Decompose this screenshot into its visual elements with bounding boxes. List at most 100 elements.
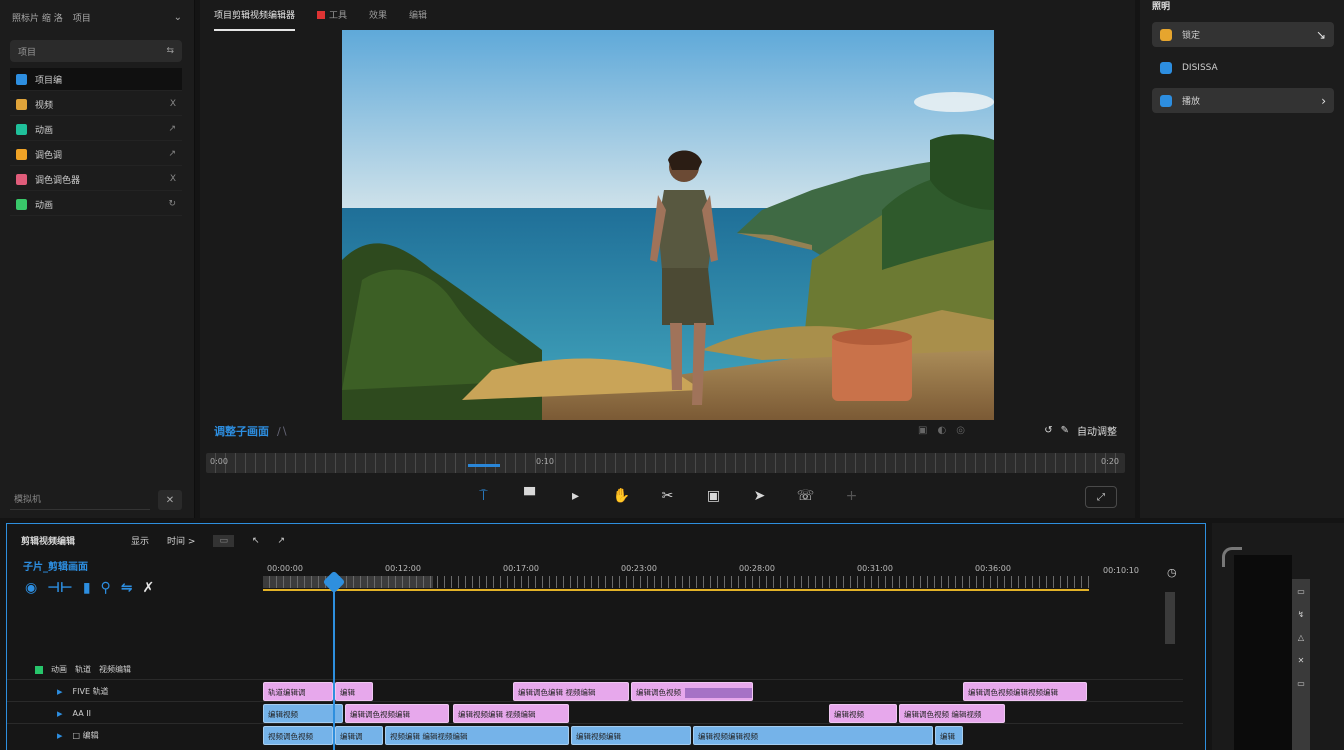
timeline-clip[interactable]: 编辑调色视频 <box>631 682 753 701</box>
audio-tool-icon[interactable]: ☏ <box>794 484 818 508</box>
media-item[interactable]: 视频 X <box>10 93 182 116</box>
record-icon <box>317 11 326 19</box>
timeline-clip[interactable]: 编辑 <box>335 682 373 701</box>
media-item[interactable]: 调色调 ↗ <box>10 143 182 166</box>
meter-control-icon[interactable]: ↯ <box>1298 610 1305 619</box>
preview-view-icons: ▣ ◐ ◎ <box>918 425 965 436</box>
clip-icon[interactable]: ▮ <box>83 580 91 596</box>
meter-control-icon[interactable]: ✕ <box>1298 656 1305 665</box>
timeline-clip[interactable]: 编辑调色视频编辑 <box>345 704 449 723</box>
clip-label: 轨道编辑调 <box>268 688 306 697</box>
video-preview[interactable] <box>342 30 994 420</box>
timeline-clip[interactable]: 编辑视频编辑 <box>571 726 691 745</box>
clip-label: 编辑视频编辑 <box>576 732 621 741</box>
tab-editor[interactable]: 项目剪辑视频编辑器 <box>214 8 296 31</box>
undo-icon[interactable]: ↖ <box>252 536 260 546</box>
timeline-vertical-scrollbar[interactable] <box>1165 592 1175 644</box>
inspector-item-arrow[interactable]: ↘ <box>1316 28 1326 42</box>
media-item-label: 项目编 <box>35 75 63 86</box>
clock-icon[interactable]: ◷ <box>1167 566 1177 579</box>
link-icon[interactable]: ⚲ <box>101 580 111 596</box>
media-item[interactable]: 动画 ↻ <box>10 193 182 216</box>
inspector-item[interactable]: 锁定 ↘ <box>1152 22 1334 47</box>
select-tool-icon[interactable]: ⍑ <box>472 484 496 508</box>
timeline-clip[interactable]: 视频编辑 编辑视频编辑 <box>385 726 569 745</box>
tab-tools[interactable]: 工具 <box>317 8 347 21</box>
timeline-clip[interactable]: 轨道编辑调 <box>263 682 333 701</box>
timeline-project-name[interactable]: 子片_剪辑画面 <box>23 558 88 573</box>
track-toggle-icon[interactable]: ▸ <box>57 707 63 720</box>
timeline-clip[interactable]: 编辑调色编辑 视频编辑 <box>513 682 629 701</box>
trim-tool-icon[interactable]: ▀ <box>518 484 542 508</box>
clip-waveform <box>685 688 752 698</box>
ripple-icon[interactable]: ⇋ <box>121 580 133 596</box>
work-area-bar[interactable] <box>263 589 1089 591</box>
timeline-time-menu[interactable]: 时间 > <box>167 534 195 547</box>
timeline-clip[interactable]: 编辑调色视频 编辑视频 <box>899 704 1005 723</box>
timeline-panel: 剪辑视频编辑 显示 时间 > ▭ ↖ ↗ 子片_剪辑画面 ◉ ⊣⊢ ▮ ⚲ ⇋ … <box>6 523 1206 750</box>
media-tab-project[interactable]: 项目 <box>73 11 91 24</box>
timeline-zoom-chip[interactable]: ▭ <box>213 534 234 547</box>
timeline-clip[interactable]: 编辑视频编辑 视频编辑 <box>453 704 569 723</box>
meter-control-icon[interactable]: ▭ <box>1297 679 1305 688</box>
inspector-item-arrow[interactable]: › <box>1321 94 1326 108</box>
timeline-clip[interactable]: 编辑视频 <box>263 704 343 723</box>
chevron-down-icon[interactable]: ⌄ <box>174 12 182 23</box>
media-item-action[interactable]: ↗ <box>168 124 176 134</box>
media-item[interactable]: 动画 ↗ <box>10 118 182 141</box>
fullscreen-button[interactable]: ⤢ <box>1085 486 1117 508</box>
track-toggle-icon[interactable]: ▸ <box>57 685 63 698</box>
auto-adjust-label: 自动调整 <box>1077 427 1117 438</box>
tab-effects[interactable]: 效果 <box>369 8 387 21</box>
razor-tool-icon[interactable]: ✂ <box>656 484 680 508</box>
media-list: 项目编视频 X 动画 ↗ 调色调 ↗ 调色调色器 X 动画 ↻ <box>0 68 194 216</box>
media-item-action[interactable]: X <box>170 174 176 184</box>
timeline-clip[interactable]: 编辑调色视频编辑视频编辑 <box>963 682 1087 701</box>
media-item-action[interactable]: X <box>170 99 176 109</box>
loop-icon[interactable]: ◎ <box>956 425 965 436</box>
inspector-item[interactable]: 播放 › <box>1152 88 1334 113</box>
media-footer-field[interactable]: 模拟机 <box>10 490 150 510</box>
media-tab-primary[interactable]: 照标片 缩 洛 <box>12 11 63 24</box>
timeline-clip[interactable]: 编辑视频编辑视频 <box>693 726 933 745</box>
timeline-view-menu[interactable]: 显示 <box>131 534 149 547</box>
timeline-clip[interactable]: 编辑 <box>935 726 963 745</box>
timeline-ruler[interactable]: 00:00:00 00:12:00 00:17:00 00:23:00 00:28:00… <box>263 560 1089 591</box>
safe-area-icon[interactable]: ▣ <box>918 425 927 436</box>
hand-tool-icon[interactable]: ✋ <box>610 484 634 508</box>
track-toggle-icon[interactable]: ▸ <box>57 729 63 742</box>
preview-scrub-bar[interactable]: 0:00 0:10 0:20 <box>206 453 1125 473</box>
scrub-label-mid: 0:10 <box>536 457 554 466</box>
add-tool-icon[interactable]: + <box>840 484 864 508</box>
magnet-icon[interactable]: ✗ <box>143 580 155 596</box>
media-item-action[interactable]: ↗ <box>168 149 176 159</box>
meter-control-icon[interactable]: △ <box>1298 633 1304 642</box>
media-search-label: 项目 <box>18 47 37 58</box>
tab-edit[interactable]: 编辑 <box>409 8 427 21</box>
inspector-item[interactable]: DISISSA <box>1152 55 1334 80</box>
media-search[interactable]: 项目 ⇆ <box>10 40 182 62</box>
clip-label: 视频编辑 编辑视频编辑 <box>390 732 468 741</box>
redo-icon[interactable]: ↗ <box>278 536 286 546</box>
timeline-clip[interactable]: 编辑视频 <box>829 704 897 723</box>
timeline-clip[interactable]: 编辑调 <box>335 726 383 745</box>
crop-tool-icon[interactable]: ▣ <box>702 484 726 508</box>
timeline-tools: ◉ ⊣⊢ ▮ ⚲ ⇋ ✗ <box>25 580 154 596</box>
timecode-display[interactable]: 调整子画面 ∕∖ <box>214 423 288 439</box>
track-controls: ▸ □ 编辑 <box>7 724 263 746</box>
auto-adjust-control[interactable]: ↺ ✎ 自动调整 <box>1044 423 1117 438</box>
playhead[interactable] <box>322 570 346 750</box>
send-tool-icon[interactable]: ➤ <box>748 484 772 508</box>
overlay-icon[interactable]: ◐ <box>937 425 946 436</box>
meter-control-icon[interactable]: ▭ <box>1297 587 1305 596</box>
media-footer-button[interactable]: ✕ <box>158 490 182 510</box>
media-item[interactable]: 项目编 <box>10 68 182 91</box>
split-icon[interactable]: ⊣⊢ <box>47 580 73 596</box>
filter-icon[interactable]: ⇆ <box>166 46 174 56</box>
tab-tools-label: 工具 <box>329 10 348 21</box>
pointer-tool-icon[interactable]: ▸ <box>564 484 588 508</box>
media-item-action[interactable]: ↻ <box>168 199 176 209</box>
timeline-clip[interactable]: 视频调色视频 <box>263 726 333 745</box>
media-item[interactable]: 调色调色器 X <box>10 168 182 191</box>
globe-icon[interactable]: ◉ <box>25 580 37 596</box>
